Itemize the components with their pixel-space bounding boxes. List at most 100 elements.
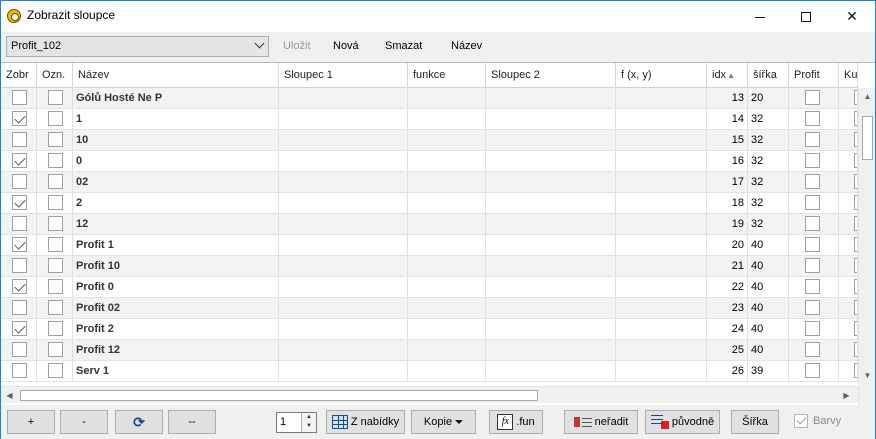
empty-cell[interactable] <box>616 361 707 381</box>
header-function[interactable]: funkce <box>408 63 486 88</box>
empty-cell[interactable] <box>616 319 707 339</box>
scroll-down-icon[interactable]: ▼ <box>859 367 875 384</box>
mark-checkbox[interactable] <box>48 237 63 252</box>
empty-cell[interactable] <box>408 151 486 171</box>
profit-checkbox[interactable] <box>805 300 820 315</box>
empty-cell[interactable] <box>486 214 616 234</box>
mark-checkbox[interactable] <box>48 279 63 294</box>
profit-checkbox[interactable] <box>805 111 820 126</box>
empty-cell[interactable] <box>408 235 486 255</box>
empty-cell[interactable] <box>486 256 616 276</box>
vertical-scroll-thumb[interactable] <box>862 116 873 160</box>
horizontal-scroll-thumb[interactable] <box>20 390 538 401</box>
count-stepper[interactable]: 1 ▲ ▼ <box>276 412 317 433</box>
show-checkbox[interactable] <box>12 195 27 210</box>
empty-cell[interactable] <box>486 319 616 339</box>
header-fxy[interactable]: f (x, y) <box>616 63 707 88</box>
empty-cell[interactable] <box>279 109 408 129</box>
table-row[interactable]: Profit 12 25 40 <box>1 340 858 361</box>
rename-button[interactable]: Název <box>451 40 482 52</box>
scroll-up-icon[interactable]: ▲ <box>859 88 875 105</box>
empty-cell[interactable] <box>408 340 486 360</box>
header-column1[interactable]: Sloupec 1 <box>279 63 408 88</box>
empty-cell[interactable] <box>486 88 616 108</box>
empty-cell[interactable] <box>279 88 408 108</box>
add-button[interactable]: + <box>7 410 55 434</box>
empty-cell[interactable] <box>408 130 486 150</box>
profile-select[interactable]: Profit_102 <box>6 36 269 57</box>
show-checkbox[interactable] <box>12 216 27 231</box>
header-mark[interactable]: Ozn. <box>37 63 73 88</box>
mark-checkbox[interactable] <box>48 321 63 336</box>
header-show[interactable]: Zobr <box>1 63 37 88</box>
empty-cell[interactable] <box>486 235 616 255</box>
profit-checkbox[interactable] <box>805 363 820 378</box>
from-offer-button[interactable]: Z nabídky <box>326 410 405 434</box>
show-checkbox[interactable] <box>12 111 27 126</box>
empty-cell[interactable] <box>279 361 408 381</box>
table-row[interactable]: 02 17 32 <box>1 172 858 193</box>
empty-cell[interactable] <box>616 193 707 213</box>
maximize-button[interactable] <box>783 1 829 32</box>
mark-checkbox[interactable] <box>48 258 63 273</box>
profit-checkbox[interactable] <box>805 237 820 252</box>
empty-cell[interactable] <box>279 235 408 255</box>
table-row[interactable]: Profit 0 22 40 <box>1 277 858 298</box>
scroll-left-icon[interactable]: ◀ <box>1 387 18 404</box>
show-checkbox[interactable] <box>12 279 27 294</box>
header-extra[interactable]: Ku <box>839 63 858 88</box>
horizontal-scrollbar[interactable]: ◀ ▶ <box>1 386 858 403</box>
mark-checkbox[interactable] <box>48 342 63 357</box>
width-button[interactable]: Šířka <box>731 410 779 434</box>
mark-checkbox[interactable] <box>48 363 63 378</box>
refresh-button[interactable]: ⟳ <box>115 410 163 434</box>
show-checkbox[interactable] <box>12 342 27 357</box>
mark-checkbox[interactable] <box>48 300 63 315</box>
mark-checkbox[interactable] <box>48 111 63 126</box>
show-checkbox[interactable] <box>12 132 27 147</box>
empty-cell[interactable] <box>616 172 707 192</box>
empty-cell[interactable] <box>486 109 616 129</box>
original-button[interactable]: původně <box>645 410 720 434</box>
remove-button[interactable]: - <box>60 410 108 434</box>
empty-cell[interactable] <box>408 172 486 192</box>
empty-cell[interactable] <box>279 214 408 234</box>
double-dash-button[interactable]: -- <box>168 410 216 434</box>
header-profit[interactable]: Profit <box>789 63 839 88</box>
empty-cell[interactable] <box>486 298 616 318</box>
vertical-scrollbar[interactable]: ▲ ▼ <box>858 88 875 405</box>
empty-cell[interactable] <box>279 151 408 171</box>
empty-cell[interactable] <box>486 130 616 150</box>
empty-cell[interactable] <box>408 256 486 276</box>
empty-cell[interactable] <box>486 277 616 297</box>
empty-cell[interactable] <box>616 88 707 108</box>
profit-checkbox[interactable] <box>805 90 820 105</box>
empty-cell[interactable] <box>616 214 707 234</box>
profit-checkbox[interactable] <box>805 279 820 294</box>
empty-cell[interactable] <box>279 193 408 213</box>
empty-cell[interactable] <box>616 130 707 150</box>
mark-checkbox[interactable] <box>48 90 63 105</box>
empty-cell[interactable] <box>408 298 486 318</box>
empty-cell[interactable] <box>408 88 486 108</box>
table-row[interactable]: 10 15 32 <box>1 130 858 151</box>
table-row[interactable]: Profit 2 24 40 <box>1 319 858 340</box>
copy-dropdown-button[interactable]: Kopie <box>411 410 476 434</box>
function-button[interactable]: fx .fun <box>489 410 543 434</box>
show-checkbox[interactable] <box>12 363 27 378</box>
empty-cell[interactable] <box>486 340 616 360</box>
empty-cell[interactable] <box>616 298 707 318</box>
profit-checkbox[interactable] <box>805 216 820 231</box>
save-button[interactable]: Uložit <box>283 40 311 52</box>
empty-cell[interactable] <box>616 109 707 129</box>
mark-checkbox[interactable] <box>48 195 63 210</box>
profit-checkbox[interactable] <box>805 153 820 168</box>
empty-cell[interactable] <box>279 130 408 150</box>
table-row[interactable]: 0 16 32 <box>1 151 858 172</box>
profit-checkbox[interactable] <box>805 174 820 189</box>
mark-checkbox[interactable] <box>48 132 63 147</box>
profit-checkbox[interactable] <box>805 132 820 147</box>
table-row[interactable]: Serv 1 26 39 <box>1 361 858 382</box>
empty-cell[interactable] <box>279 340 408 360</box>
mark-checkbox[interactable] <box>48 153 63 168</box>
